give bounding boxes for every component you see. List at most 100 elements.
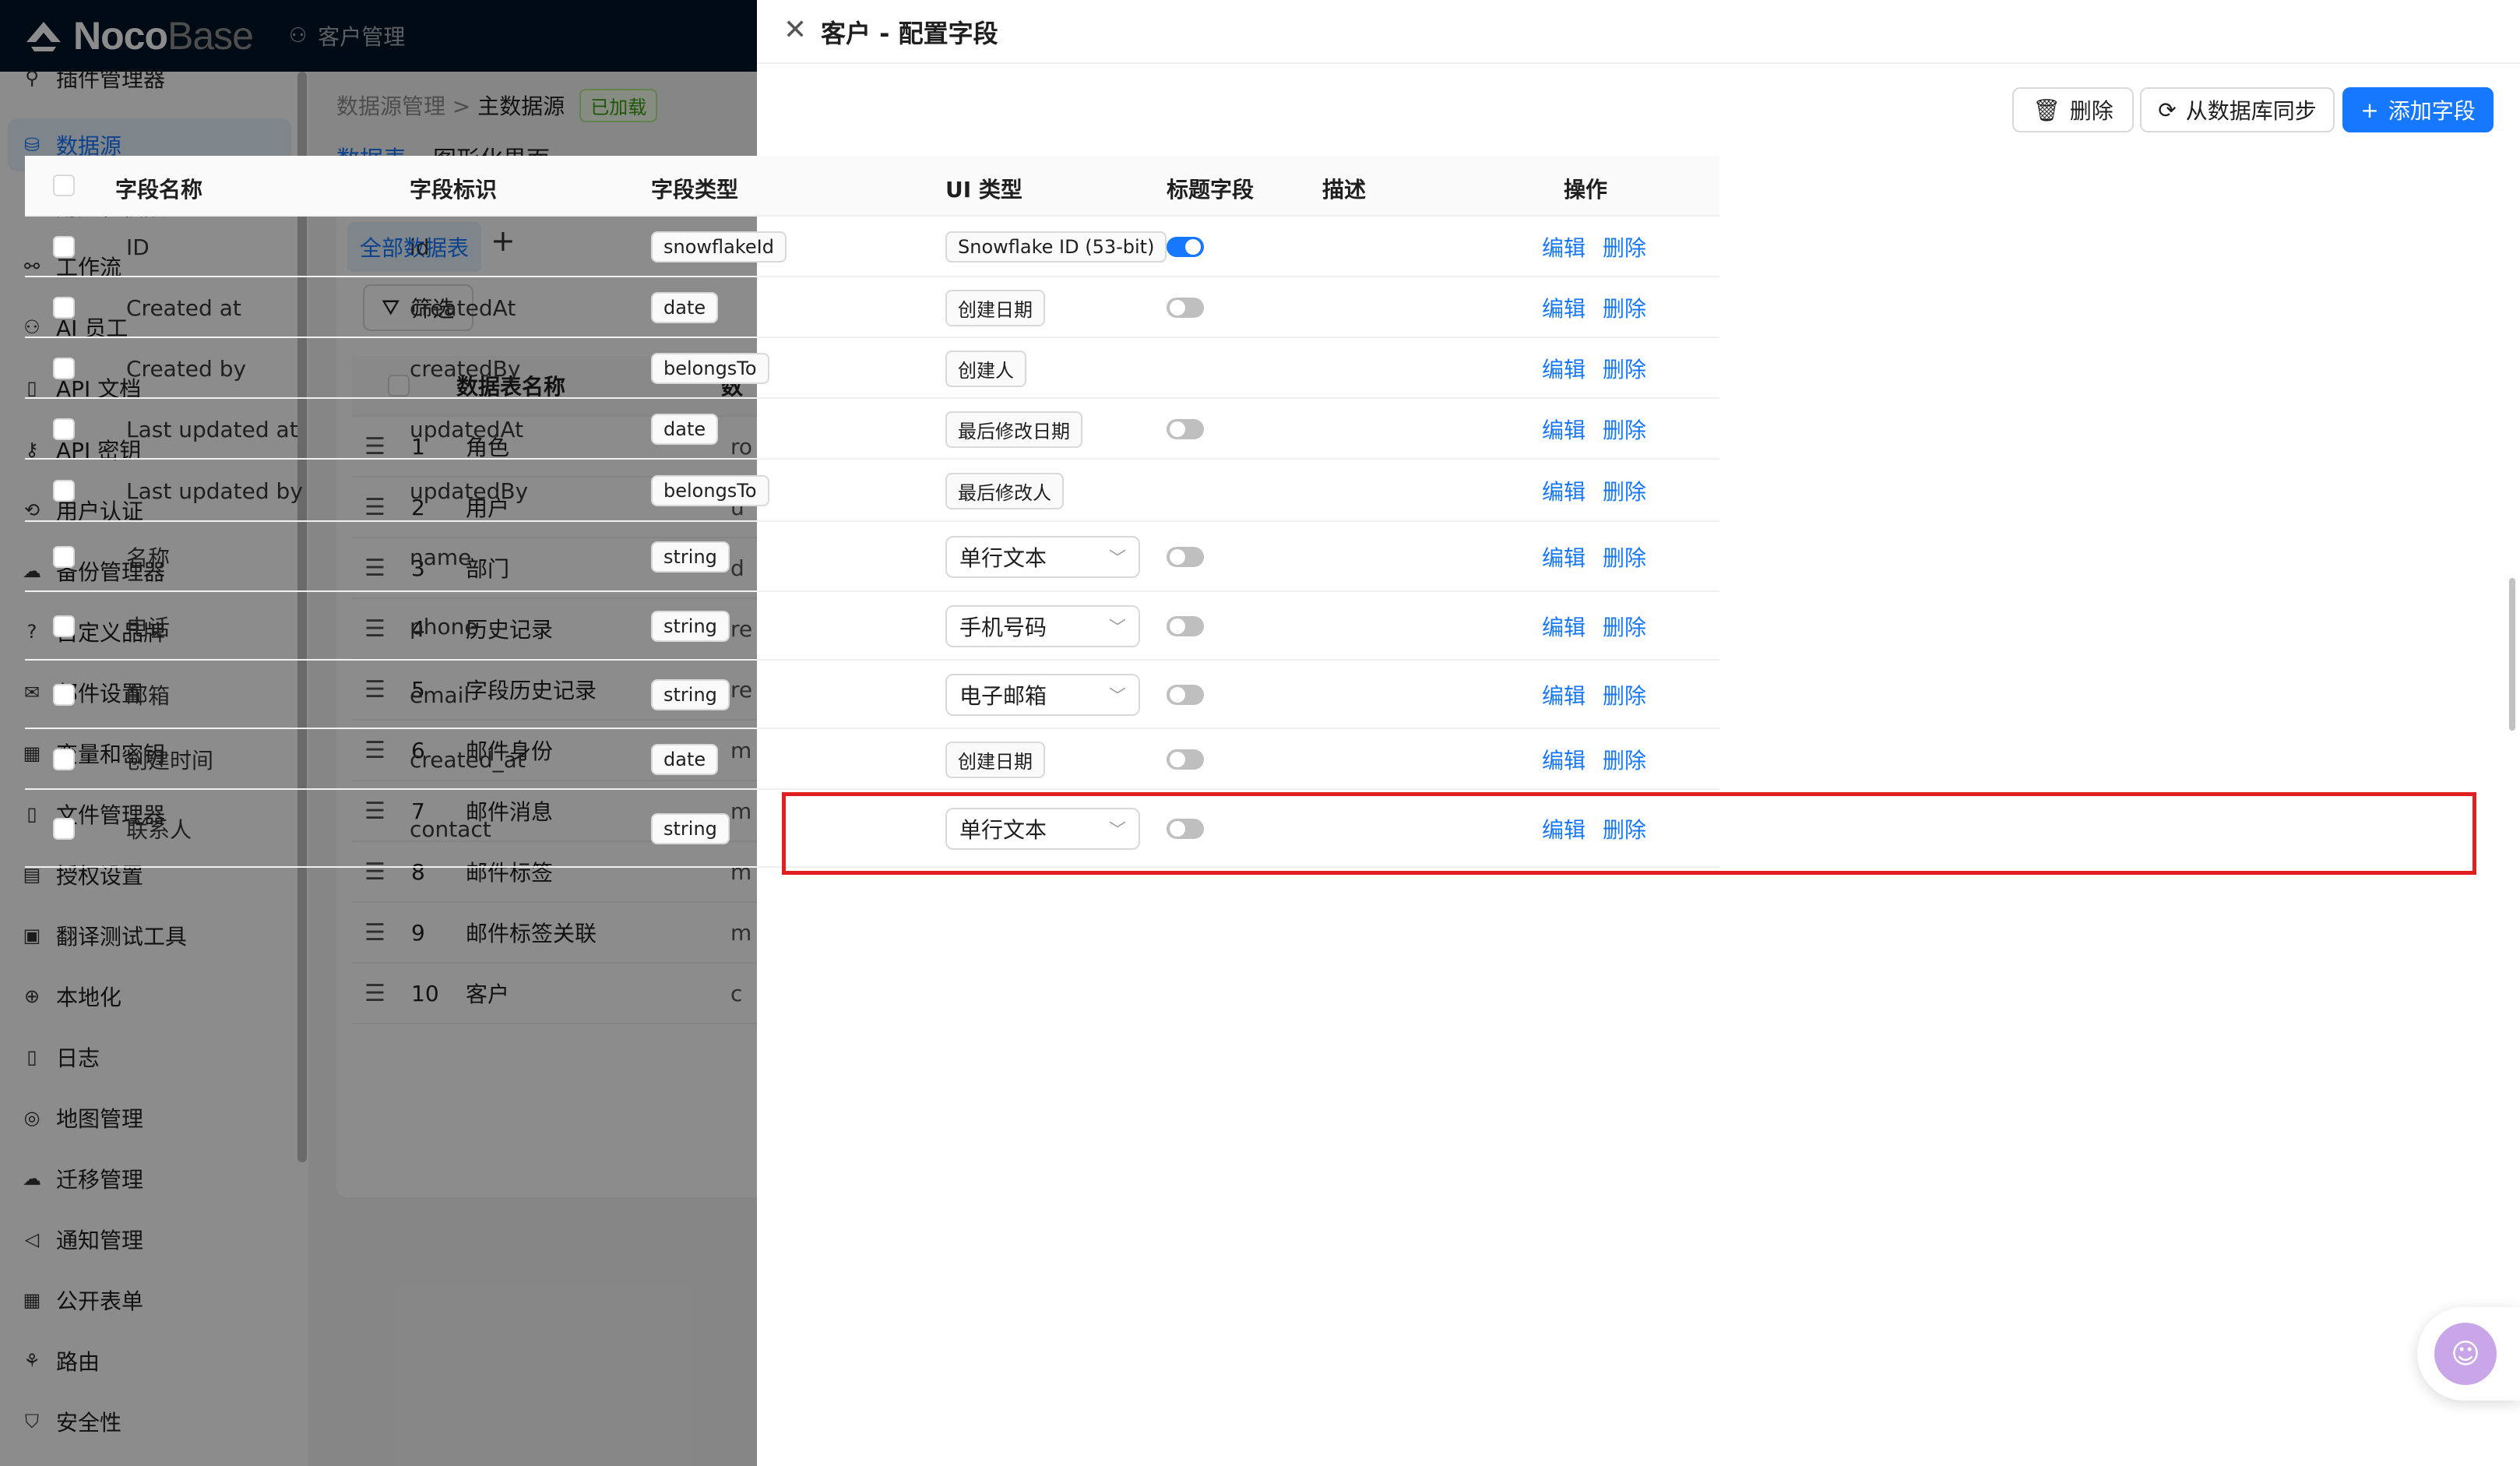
delete-link[interactable]: 删除 <box>1603 292 1646 323</box>
field-key: createdBy <box>410 355 521 382</box>
select-all-checkbox[interactable] <box>53 174 75 196</box>
field-type-tag: string <box>651 679 730 710</box>
edit-link[interactable]: 编辑 <box>1542 679 1586 710</box>
column-header-ui-type[interactable]: UI 类型 <box>945 173 1022 204</box>
field-key: id <box>410 234 430 260</box>
delete-link[interactable]: 删除 <box>1603 475 1646 506</box>
row-checkbox[interactable] <box>53 546 75 568</box>
delete-link[interactable]: 删除 <box>1603 679 1646 710</box>
sync-icon: ⟳ <box>2158 97 2177 123</box>
delete-link[interactable]: 删除 <box>1603 414 1646 445</box>
title-field-switch[interactable] <box>1167 749 1204 770</box>
ui-type-tag: 最后修改日期 <box>945 411 1082 448</box>
title-field-cell <box>1167 217 1204 277</box>
ui-type-select[interactable]: 单行文本 ﹀ <box>945 536 1140 578</box>
row-checkbox[interactable] <box>53 749 75 770</box>
field-type-cell: date <box>651 277 719 338</box>
highlight-box <box>782 792 2476 875</box>
title-field-cell <box>1167 522 1204 592</box>
ui-type-tag: 创建人 <box>945 350 1026 387</box>
ui-type-value: 单行文本 <box>959 545 1047 571</box>
column-header-key[interactable]: 字段标识 <box>410 173 497 204</box>
title-field-switch[interactable] <box>1167 547 1204 567</box>
title-field-switch[interactable] <box>1167 298 1204 318</box>
edit-link[interactable]: 编辑 <box>1542 353 1586 384</box>
field-type-cell: string <box>651 661 730 729</box>
sync-button-label: 从数据库同步 <box>2185 98 2317 124</box>
column-header-type[interactable]: 字段类型 <box>651 173 738 204</box>
actions-cell: 编辑 删除 <box>1542 338 1646 399</box>
field-key: updatedBy <box>410 478 529 504</box>
title-field-cell <box>1167 277 1204 338</box>
column-header-name[interactable]: 字段名称 <box>115 173 202 204</box>
column-header-title-field[interactable]: 标题字段 <box>1167 173 1254 204</box>
sync-from-database-button[interactable]: ⟳ 从数据库同步 <box>2140 87 2335 132</box>
delete-button-label: 删除 <box>2069 98 2113 124</box>
field-name: 电话 <box>126 615 171 640</box>
field-name: Last updated at <box>126 416 298 442</box>
title-field-switch[interactable] <box>1167 237 1204 257</box>
edit-link[interactable]: 编辑 <box>1542 231 1586 263</box>
field-key: email <box>410 682 470 708</box>
add-field-button[interactable]: + 添加字段 <box>2342 87 2494 132</box>
ui-type-cell: 最后修改日期 <box>945 399 1082 460</box>
row-checkbox[interactable] <box>53 297 75 319</box>
title-field-switch[interactable] <box>1167 685 1204 705</box>
field-type-tag: string <box>651 611 730 642</box>
delete-link[interactable]: 删除 <box>1603 744 1646 775</box>
delete-link[interactable]: 删除 <box>1603 231 1646 263</box>
delete-link[interactable]: 删除 <box>1603 541 1646 573</box>
ui-type-value: 电子邮箱 <box>959 683 1047 709</box>
field-key: created_at <box>410 746 526 773</box>
title-field-switch[interactable] <box>1167 616 1204 636</box>
actions-cell: 编辑 删除 <box>1542 522 1646 592</box>
actions-cell: 编辑 删除 <box>1542 661 1646 729</box>
ui-type-cell: 最后修改人 <box>945 460 1064 522</box>
table-row: 电话 phone string 手机号码 ﹀ 编辑 删除 <box>25 592 1719 661</box>
field-type-tag: date <box>651 744 719 775</box>
edit-link[interactable]: 编辑 <box>1542 414 1586 445</box>
chevron-down-icon: ﹀ <box>1108 618 1126 638</box>
row-checkbox[interactable] <box>53 418 75 440</box>
row-checkbox[interactable] <box>53 684 75 706</box>
edit-link[interactable]: 编辑 <box>1542 744 1586 775</box>
field-key: phone <box>410 613 478 640</box>
row-checkbox[interactable] <box>53 615 75 637</box>
edit-link[interactable]: 编辑 <box>1542 475 1586 506</box>
delete-link[interactable]: 删除 <box>1603 611 1646 642</box>
ui-type-select[interactable]: 手机号码 ﹀ <box>945 605 1140 647</box>
row-checkbox[interactable] <box>53 358 75 379</box>
field-type-tag: date <box>651 292 719 323</box>
ai-assistant-button[interactable]: ☺ <box>2417 1307 2520 1401</box>
column-header-description[interactable]: 描述 <box>1322 173 1366 204</box>
delete-button[interactable]: 🗑 删除 <box>2012 87 2134 132</box>
chevron-down-icon: ﹀ <box>1108 549 1126 569</box>
field-type-tag: snowflakeId <box>651 231 787 263</box>
actions-cell: 编辑 删除 <box>1542 277 1646 338</box>
field-type-cell: belongsTo <box>651 460 769 522</box>
ui-type-cell: 创建日期 <box>945 729 1045 790</box>
row-checkbox[interactable] <box>53 480 75 502</box>
ui-type-tag: 最后修改人 <box>945 472 1064 509</box>
table-header: 字段名称 字段标识 字段类型 UI 类型 标题字段 描述 操作 <box>25 156 1719 217</box>
actions-cell: 编辑 删除 <box>1542 460 1646 522</box>
table-row: Last updated at updatedAt date 最后修改日期 编辑 删除 <box>25 399 1719 460</box>
edit-link[interactable]: 编辑 <box>1542 541 1586 573</box>
edit-link[interactable]: 编辑 <box>1542 611 1586 642</box>
actions-cell: 编辑 删除 <box>1542 399 1646 460</box>
actions-cell: 编辑 删除 <box>1542 217 1646 277</box>
delete-link[interactable]: 删除 <box>1603 353 1646 384</box>
field-type-cell: belongsTo <box>651 338 769 399</box>
drawer-scrollbar[interactable] <box>2509 578 2515 731</box>
ui-type-select[interactable]: 电子邮箱 ﹀ <box>945 674 1140 716</box>
column-header-actions: 操作 <box>1564 177 1608 203</box>
row-checkbox[interactable] <box>53 818 75 840</box>
field-key: contact <box>410 816 491 842</box>
title-field-switch[interactable] <box>1167 419 1204 439</box>
field-key: createdAt <box>410 294 516 321</box>
field-name: 联系人 <box>126 817 192 843</box>
close-icon[interactable]: ✕ <box>783 14 807 46</box>
ui-type-tag: 创建日期 <box>945 289 1045 326</box>
edit-link[interactable]: 编辑 <box>1542 292 1586 323</box>
row-checkbox[interactable] <box>53 236 75 258</box>
